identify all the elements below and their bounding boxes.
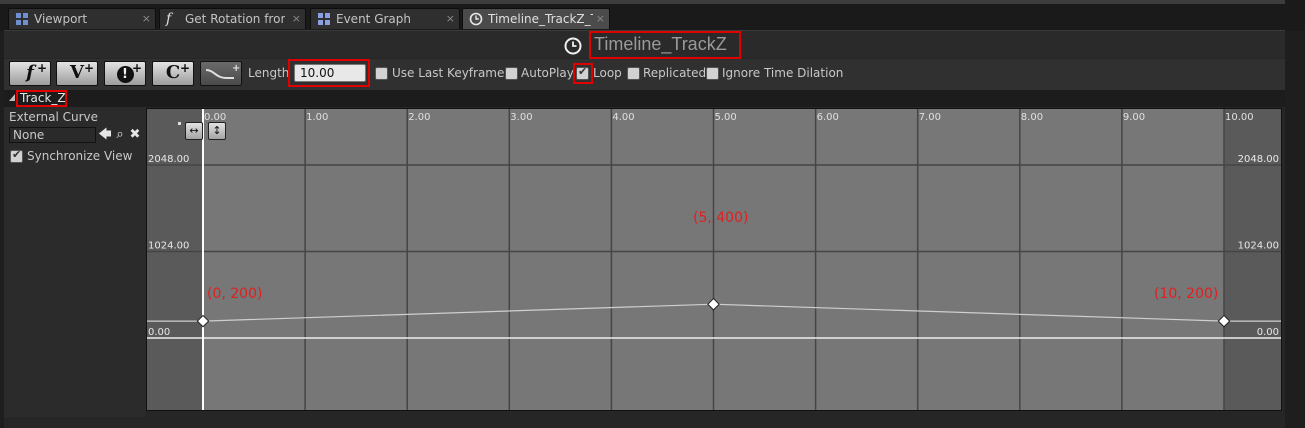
- add-vector-track-button[interactable]: V +: [56, 61, 98, 86]
- key-annotation-start: (0, 200): [207, 286, 263, 302]
- timeline-title: Timeline_TrackZ: [594, 34, 727, 54]
- x-tick-label: 10.00: [1225, 112, 1254, 123]
- replicated-label: Replicated: [643, 66, 707, 80]
- browse-search-icon[interactable]: ⌕: [113, 127, 127, 143]
- add-external-curve-icon: +: [205, 63, 240, 79]
- svg-text:+: +: [232, 63, 240, 74]
- x-tick-label: 2.00: [408, 112, 430, 123]
- tab-get-rotation[interactable]: f Get Rotation from l ×: [159, 8, 306, 29]
- tab-label: Viewport: [34, 12, 88, 26]
- y-tick-label: 2048.00: [148, 154, 189, 165]
- ignore-time-dilation-checkbox[interactable]: [706, 67, 719, 80]
- y-tick-label: 1024.00: [1238, 241, 1279, 252]
- add-event-track-icon: !: [116, 66, 134, 83]
- tab-label: Get Rotation from l: [185, 12, 285, 26]
- replicated-checkbox[interactable]: [627, 67, 640, 80]
- add-event-track-button[interactable]: ! +: [104, 61, 146, 86]
- tab-timeline-trackz[interactable]: Timeline_TrackZ_Te ×: [462, 8, 610, 29]
- clock-icon: [564, 37, 582, 55]
- length-input[interactable]: 10.00: [294, 64, 366, 82]
- autoplay-label: AutoPlay: [521, 66, 574, 80]
- tab-label: Event Graph: [336, 12, 411, 26]
- curve-editor-graph[interactable]: 0.00 1.00 2.00 3.00 4.00 5.00 6.00 7.00 8.00 9.00…: [147, 109, 1281, 410]
- synchronize-view-checkbox[interactable]: [10, 148, 23, 163]
- x-tick-label: 1.00: [306, 112, 328, 123]
- tab-close-icon[interactable]: ×: [446, 9, 455, 29]
- tab-viewport[interactable]: Viewport ×: [8, 8, 156, 29]
- x-tick-label: 5.00: [715, 112, 737, 123]
- x-tick-label: 9.00: [1123, 112, 1145, 123]
- external-curve-label: External Curve: [9, 110, 99, 124]
- tab-close-icon[interactable]: ×: [142, 9, 151, 29]
- tab-event-graph[interactable]: Event Graph ×: [310, 8, 460, 29]
- tab-label: Timeline_TrackZ_Te: [488, 12, 593, 26]
- event-graph-icon: [318, 13, 330, 25]
- add-color-track-button[interactable]: C +: [152, 61, 194, 86]
- add-float-track-icon: f: [26, 62, 34, 83]
- add-external-curve-button[interactable]: +: [200, 61, 242, 86]
- clock-icon: [469, 12, 483, 26]
- key-annotation-end: (10, 200): [1154, 286, 1219, 302]
- y-tick-label: 1024.00: [148, 241, 189, 252]
- tab-close-icon[interactable]: ×: [292, 9, 301, 29]
- external-curve-select[interactable]: None: [9, 127, 96, 143]
- clear-x-icon[interactable]: ✖: [128, 127, 142, 143]
- y-tick-label: 0.00: [148, 327, 170, 338]
- loop-checkbox[interactable]: [576, 65, 589, 80]
- x-tick-label: 8.00: [1021, 112, 1043, 123]
- track-header[interactable]: [4, 90, 1285, 107]
- y-tick-label: 2048.00: [1238, 154, 1279, 165]
- collapse-arrow-icon[interactable]: [9, 94, 15, 101]
- viewport-grid-icon: [16, 13, 28, 25]
- y-tick-label: 0.00: [1257, 327, 1279, 338]
- x-tick-label: 7.00: [919, 112, 941, 123]
- function-icon: f: [166, 11, 172, 27]
- use-last-keyframe-checkbox[interactable]: [375, 67, 388, 80]
- use-selected-arrow-icon[interactable]: 🡄: [98, 127, 112, 143]
- zoom-fit-vertical-icon[interactable]: ↕: [208, 122, 226, 140]
- tab-close-icon[interactable]: ×: [596, 9, 605, 29]
- x-tick-label: 3.00: [510, 112, 532, 123]
- ignore-time-dilation-label: Ignore Time Dilation: [722, 66, 844, 80]
- x-tick-label: 4.00: [612, 112, 634, 123]
- key-annotation-middle: (5, 400): [693, 210, 749, 226]
- zoom-fit-horizontal-icon[interactable]: ↔: [185, 122, 203, 140]
- tab-bar-top-edge: [0, 0, 1285, 4]
- autoplay-checkbox[interactable]: [505, 67, 518, 80]
- playhead-marker: [178, 122, 181, 125]
- add-vector-track-icon: V: [70, 62, 84, 83]
- loop-label: Loop: [593, 66, 622, 80]
- synchronize-view-label: Synchronize View: [27, 149, 133, 163]
- x-tick-label: 6.00: [817, 112, 839, 123]
- length-label: Length: [248, 66, 290, 80]
- add-color-track-icon: C: [165, 62, 181, 83]
- track-name[interactable]: Track_Z: [20, 91, 66, 105]
- add-float-track-button[interactable]: f +: [9, 61, 51, 86]
- use-last-keyframe-label: Use Last Keyframe?: [392, 66, 511, 80]
